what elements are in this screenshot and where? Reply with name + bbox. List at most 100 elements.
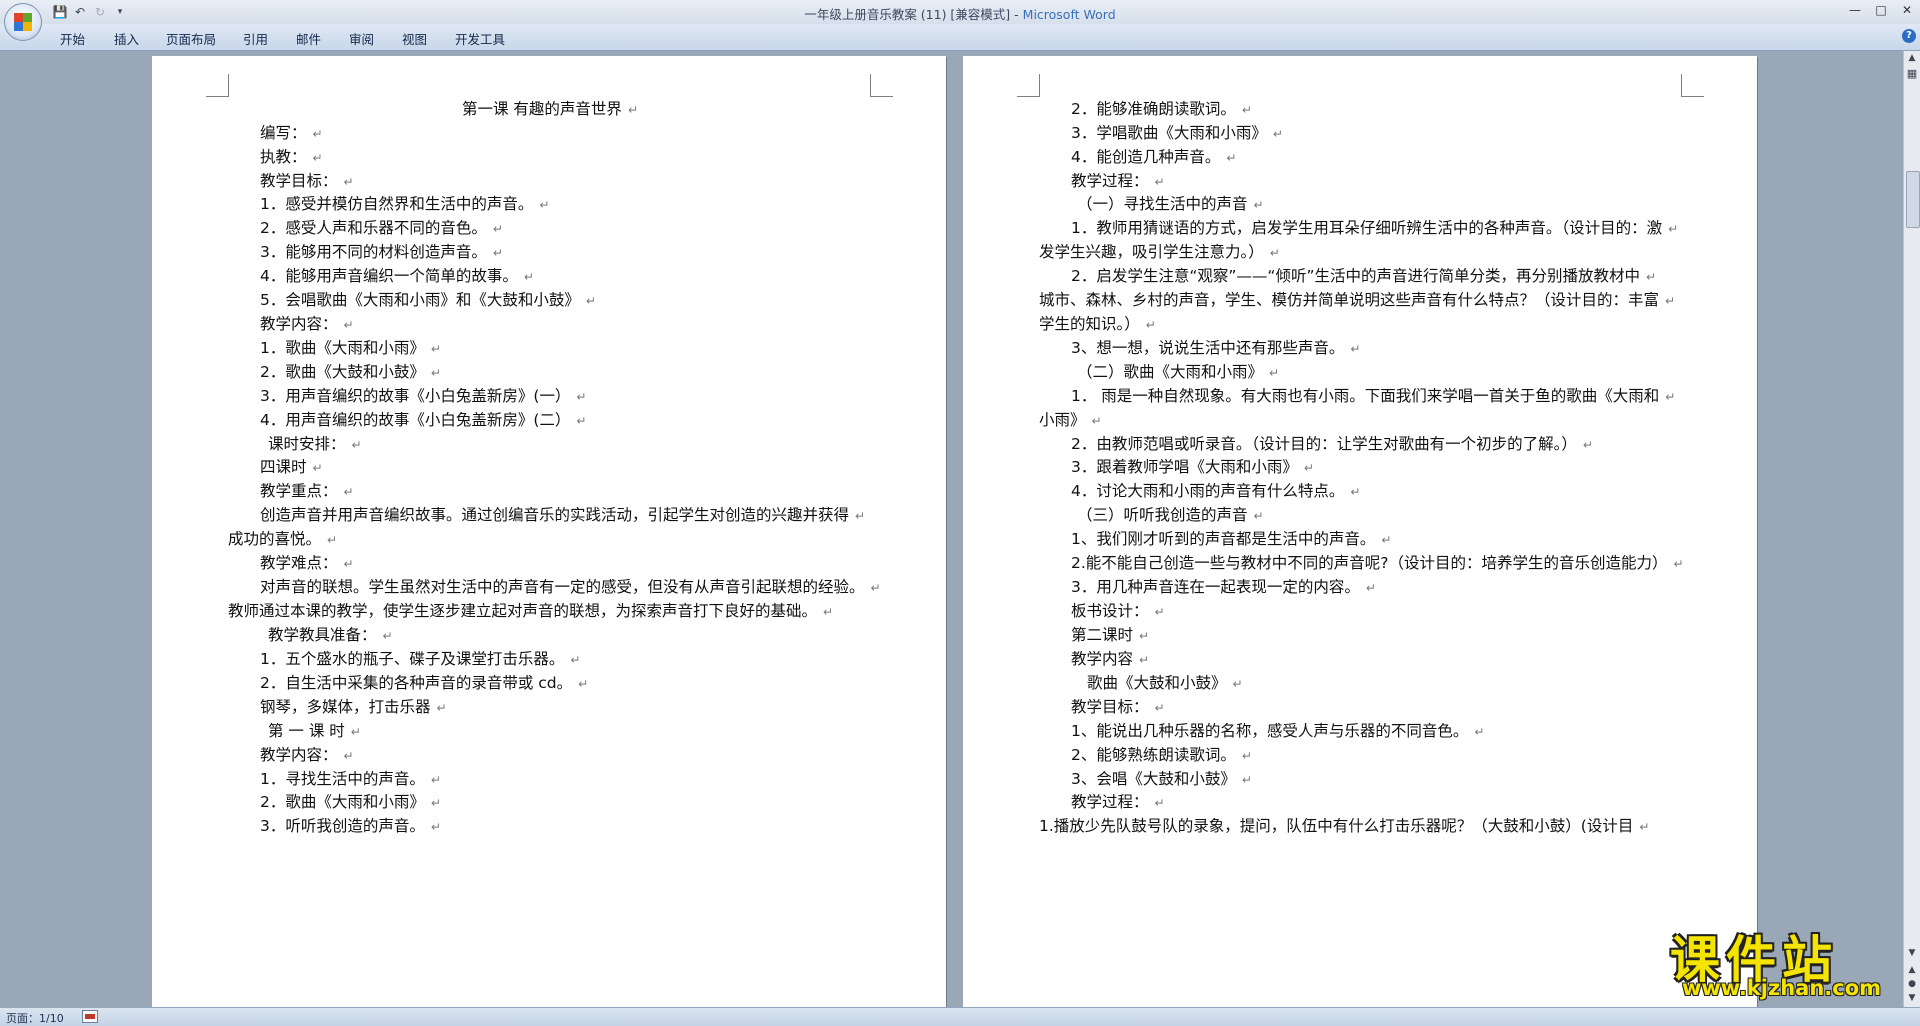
text-line[interactable]: 1．五个盛水的瓶子、碟子及课堂打击乐器。 ↵ [260, 649, 580, 670]
tab-review[interactable]: 审阅 [349, 29, 374, 48]
text-line[interactable]: 执教： ↵ [260, 147, 323, 168]
text-line[interactable]: 教学内容： ↵ [260, 745, 354, 766]
text-line-content: 板书设计： [1071, 602, 1149, 620]
text-line[interactable]: 教学难点： ↵ [260, 553, 354, 574]
tab-view[interactable]: 视图 [402, 29, 427, 48]
text-line-content: 钢琴，多媒体，打击乐器 [260, 698, 431, 716]
ruler-toggle-icon[interactable]: ▦ [1905, 66, 1919, 81]
text-line[interactable]: 编写： ↵ [260, 123, 323, 144]
paragraph-mark-icon: ↵ [1139, 629, 1150, 643]
text-line[interactable]: 4．能创造几种声音。 ↵ [1071, 147, 1236, 168]
text-line[interactable]: 教学过程： ↵ [1071, 792, 1165, 813]
text-line[interactable]: 钢琴，多媒体，打击乐器 ↵ [260, 697, 447, 718]
text-line[interactable]: 1．歌曲《大雨和小雨》 ↵ [260, 338, 441, 359]
text-line[interactable]: 成功的喜悦。 ↵ [228, 529, 337, 550]
scroll-thumb[interactable] [1906, 171, 1920, 228]
text-line[interactable]: 第 一 课 时 ↵ [268, 721, 361, 742]
text-line[interactable]: 教学重点： ↵ [260, 481, 354, 502]
text-line[interactable]: 教学目标： ↵ [260, 171, 354, 192]
text-line[interactable]: 1、我们刚才听到的声音都是生活中的声音。 ↵ [1071, 529, 1391, 550]
tab-developer[interactable]: 开发工具 [455, 29, 505, 48]
text-line[interactable]: 1．寻找生活中的声音。 ↵ [260, 769, 441, 790]
text-line[interactable]: 2．歌曲《大鼓和小鼓》 ↵ [260, 362, 441, 383]
undo-icon[interactable]: ↶ [72, 4, 88, 20]
paragraph-mark-icon: ↵ [430, 820, 441, 834]
text-line[interactable]: 教学过程： ↵ [1071, 171, 1165, 192]
text-line[interactable]: 学生的知识。） ↵ [1039, 314, 1156, 335]
minimize-icon[interactable]: — [1842, 0, 1868, 20]
help-icon[interactable]: ? [1902, 29, 1916, 43]
text-line[interactable]: 板书设计： ↵ [1071, 601, 1165, 622]
text-line[interactable]: 3．能够用不同的材料创造声音。 ↵ [260, 242, 503, 263]
text-line[interactable]: 第一课 有趣的声音世界 ↵ [462, 99, 638, 120]
text-line[interactable]: 3．用几种声音连在一起表现一定的内容。 ↵ [1071, 577, 1376, 598]
maximize-icon[interactable]: □ [1868, 0, 1894, 20]
text-line[interactable]: 3、会唱《大鼓和小鼓》 ↵ [1071, 769, 1252, 790]
text-line[interactable]: 1． 雨是一种自然现象。有大雨也有小雨。下面我们来学唱一首关于鱼的歌曲《大雨和 ↵ [1071, 386, 1675, 407]
text-line[interactable]: 发学生兴趣，吸引学生注意力。） ↵ [1039, 242, 1280, 263]
text-line[interactable]: 4．用声音编织的故事《小白兔盖新房》(二） ↵ [260, 410, 586, 431]
text-line[interactable]: 对声音的联想。学生虽然对生活中的声音有一定的感受，但没有从声音引起联想的经验。 ↵ [260, 577, 881, 598]
document-page-2[interactable]: 2．能够准确朗读歌词。 ↵ 3．学唱歌曲《大雨和小雨》 ↵ 4．能创造几种声音。 ↵ 教学过… [963, 56, 1757, 1007]
proofing-icon[interactable] [82, 1010, 98, 1023]
text-line[interactable]: 4．讨论大雨和小雨的声音有什么特点。 ↵ [1071, 481, 1360, 502]
vertical-scrollbar[interactable]: ▲ ▦ ▼ ▲ ● ▼ [1903, 51, 1920, 1007]
watermark-url: www.kjzhan.com [1682, 976, 1882, 1000]
paragraph-mark-icon: ↵ [585, 294, 596, 308]
tab-page-layout[interactable]: 页面布局 [166, 29, 216, 48]
text-line[interactable]: 2．自生活中采集的各种声音的录音带或 cd。 ↵ [260, 673, 588, 694]
text-line[interactable]: 2.能不能自己创造一些与教材中不同的声音呢?（设计目的：培养学生的音乐创造能力）… [1071, 553, 1684, 574]
text-line[interactable]: 教学内容： ↵ [260, 314, 354, 335]
redo-icon[interactable]: ↻ [92, 4, 108, 20]
text-line[interactable]: 四课时 ↵ [260, 457, 323, 478]
text-line[interactable]: 1.播放少先队鼓号队的录象，提问，队伍中有什么打击乐器呢？（大鼓和小鼓）(设计目… [1039, 816, 1649, 837]
document-page-1[interactable]: 第一课 有趣的声音世界 ↵ 编写： ↵ 执教： ↵ 教学目标： ↵ 1．感受并模仿自然界和生活中… [152, 56, 946, 1007]
text-line[interactable]: 2．启发学生注意“观察”——“倾听”生活中的声音进行简单分类，再分别播放教材中 ↵ [1071, 266, 1656, 287]
page-count-status[interactable]: 页面：1/10 [6, 1010, 64, 1026]
customize-qat-icon[interactable]: ▾ [112, 4, 128, 20]
text-line[interactable]: 教学教具准备： ↵ [268, 625, 393, 646]
close-icon[interactable]: ✕ [1894, 0, 1920, 20]
text-line[interactable]: （一）寻找生活中的声音 ↵ [1077, 194, 1264, 215]
text-line[interactable]: （二）歌曲《大雨和小雨》 ↵ [1077, 362, 1279, 383]
text-line-content: （三）听听我创造的声音 [1077, 506, 1248, 524]
text-line[interactable]: 3．听听我创造的声音。 ↵ [260, 816, 441, 837]
paragraph-mark-icon: ↵ [578, 677, 589, 691]
text-line[interactable]: 3、想一想，说说生活中还有那些声音。 ↵ [1071, 338, 1360, 359]
text-line[interactable]: 2、能够熟练朗读歌词。 ↵ [1071, 745, 1252, 766]
paragraph-mark-icon: ↵ [492, 222, 503, 236]
text-line[interactable]: 2．感受人声和乐器不同的音色。 ↵ [260, 218, 503, 239]
text-line[interactable]: 第二课时 ↵ [1071, 625, 1149, 646]
scroll-up-icon[interactable]: ▲ [1905, 51, 1919, 66]
text-line[interactable]: 课时安排： ↵ [268, 434, 362, 455]
text-line[interactable]: 歌曲《大鼓和小鼓》 ↵ [1087, 673, 1243, 694]
text-line[interactable]: 1、能说出几种乐器的名称，感受人声与乐器的不同音色。 ↵ [1071, 721, 1484, 742]
text-line[interactable]: 3．用声音编织的故事《小白兔盖新房》(一） ↵ [260, 386, 586, 407]
text-line[interactable]: 5．会唱歌曲《大雨和小雨》和《大鼓和小鼓》 ↵ [260, 290, 596, 311]
text-line[interactable]: （三）听听我创造的声音 ↵ [1077, 505, 1264, 526]
text-line[interactable]: 教学目标： ↵ [1071, 697, 1165, 718]
office-button[interactable] [4, 3, 42, 41]
text-line[interactable]: 城市、森林、乡村的声音，学生、模仿并简单说明这些声音有什么特点？（设计目的：丰富… [1039, 290, 1675, 311]
app-name: Microsoft Word [1022, 7, 1116, 22]
text-line[interactable]: 2．由教师范唱或听录音。（设计目的：让学生对歌曲有一个初步的了解。） ↵ [1071, 434, 1593, 455]
text-line[interactable]: 3．跟着教师学唱《大雨和小雨》 ↵ [1071, 457, 1314, 478]
text-line[interactable]: 教学内容 ↵ [1071, 649, 1149, 670]
text-line[interactable]: 2．能够准确朗读歌词。 ↵ [1071, 99, 1252, 120]
tab-mailings[interactable]: 邮件 [296, 29, 321, 48]
text-line[interactable]: 3．学唱歌曲《大雨和小雨》 ↵ [1071, 123, 1283, 144]
save-icon[interactable]: 💾 [52, 4, 68, 20]
text-line-content: 教学重点： [260, 482, 338, 500]
text-line[interactable]: 1．感受并模仿自然界和生活中的声音。 ↵ [260, 194, 549, 215]
text-line[interactable]: 2．歌曲《大雨和小雨》 ↵ [260, 792, 441, 813]
paragraph-mark-icon: ↵ [430, 366, 441, 380]
text-line[interactable]: 教师通过本课的教学，使学生逐步建立起对声音的联想，为探索声音打下良好的基础。 ↵ [228, 601, 833, 622]
text-line-content: 教学内容： [260, 746, 338, 764]
text-line[interactable]: 创造声音并用声音编织故事。通过创编音乐的实践活动，引起学生对创造的兴趣并获得 ↵ [260, 505, 865, 526]
text-line[interactable]: 4．能够用声音编织一个简单的故事。 ↵ [260, 266, 534, 287]
tab-home[interactable]: 开始 [60, 29, 85, 48]
text-line[interactable]: 1．教师用猜谜语的方式，启发学生用耳朵仔细听辨生活中的各种声音。（设计目的：激 ↵ [1071, 218, 1678, 239]
tab-insert[interactable]: 插入 [114, 29, 139, 48]
tab-references[interactable]: 引用 [243, 29, 268, 48]
text-line[interactable]: 小雨》 ↵ [1039, 410, 1102, 431]
